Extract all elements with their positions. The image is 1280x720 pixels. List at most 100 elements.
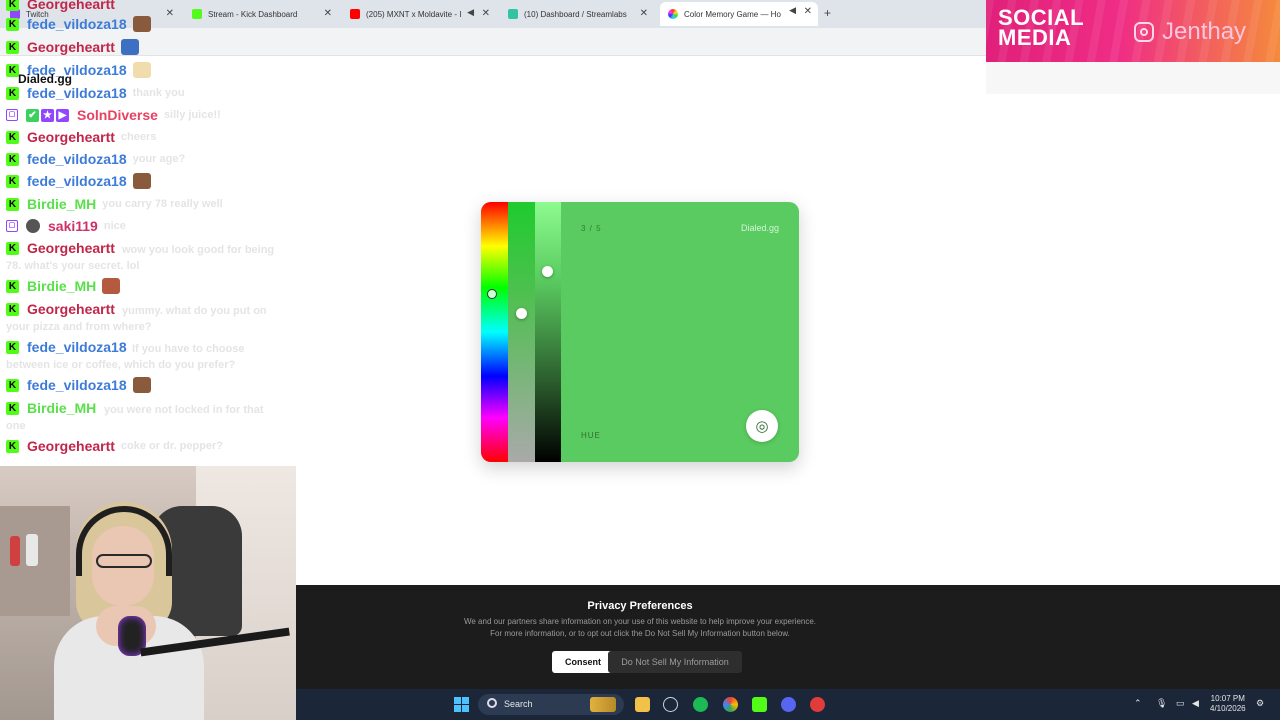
search-highlight-icon [590,697,616,712]
lightness-slider-handle[interactable] [542,266,553,277]
chat-username: saki119 [48,218,98,234]
tab-streamlabs[interactable]: (10) Dashboard / Streamlabs ✕ [502,4,654,24]
chat-text: If you have to choose between ice or cof… [6,343,245,371]
file-explorer-icon[interactable] [635,697,650,712]
hue-slider[interactable] [481,202,508,462]
taskbar: Search ⌃ 🎙︎ ▭ ◀︎ 10:07 PM 4/10/2026 ⚙︎ [296,689,1280,720]
kick-badge-icon: K [6,17,19,31]
kick-badge-icon: K [6,279,19,293]
chat-message: ▢ ✔ ★ ▶ SolnDiverse silly juice!! [6,107,221,123]
brand-watermark: Dialed.gg [740,223,779,233]
chat-message: ▢ saki119 nice [6,218,126,234]
steam-icon[interactable] [663,697,678,712]
chat-message: K fede_vildoza18 [6,16,151,32]
kick-badge-icon: K [6,130,19,144]
system-clock[interactable]: 10:07 PM 4/10/2026 [1210,694,1246,714]
color-game-card: 3 / 5 Dialed.gg HUE ◎ [481,202,799,462]
new-tab-button[interactable]: + [824,6,831,20]
banner-underlay [986,62,1280,94]
social-media-banner: SOCIAL MEDIA Jenthay [986,0,1280,62]
slider-label: HUE [581,431,601,440]
chat-message: K fede_vildoza18 your age? [6,151,185,167]
emote-icon [132,377,151,393]
tab-youtube[interactable]: (205) MXNT x Moldavite - I ◀︎ ✕ [344,4,496,24]
target-icon: ◎ [755,418,769,435]
chat-text: you were not locked in for that one [6,404,264,432]
submit-guess-button[interactable]: ◎ [746,410,778,442]
saturation-slider-handle[interactable] [516,308,527,319]
chat-text: thank you [132,87,185,99]
chat-message: K Georgeheartt cheers [6,129,156,145]
chat-username: Georgeheartt [27,39,115,55]
kick-badge-icon: K [6,378,19,392]
twitch-badge-icon: ▢ [6,220,18,232]
network-icon[interactable]: ▭ [1176,698,1185,709]
streamlabs-icon [508,9,518,19]
microphone-icon[interactable]: 🎙︎ [1156,698,1167,709]
chat-username: fede_vildoza18 [27,377,127,393]
speaker-icon[interactable]: ◀︎ [789,5,796,16]
chat-username: Georgeheartt [27,0,115,12]
lightness-slider[interactable] [535,202,561,462]
bottle [10,536,20,566]
chat-text: your age? [132,153,186,165]
kick-badge-icon: K [6,197,19,211]
chat-username: Georgeheartt [27,129,115,145]
consent-button[interactable]: Consent [552,651,614,673]
chrome-icon[interactable] [723,697,738,712]
kick-badge-icon: K [6,0,19,11]
spotify-icon[interactable] [693,697,708,712]
discord-icon[interactable] [781,697,796,712]
obs-icon[interactable] [810,697,825,712]
star-badge-icon: ★ [41,108,54,122]
tab-color-memory-game[interactable]: Color Memory Game — Ho ◀︎ ✕ [660,2,818,26]
social-handle: Jenthay [1162,18,1247,45]
close-icon[interactable]: ✕ [640,8,648,19]
emote-icon [132,173,151,189]
search-icon [487,698,497,708]
twitch-badge-icon: ▢ [6,109,18,121]
volume-icon[interactable]: ◀︎ [1192,698,1199,709]
chat-text: nice [103,220,126,232]
sub-badge-icon: ✔ [26,108,39,122]
saturation-slider[interactable] [508,202,535,462]
chat-message: K Georgeheartt [6,0,115,12]
dialed-overlay-text: Dialed.gg [18,72,73,86]
clock-date: 4/10/2026 [1210,704,1246,713]
emote-icon [120,39,139,55]
chat-text: cheers [120,131,157,143]
chat-text: you carry 78 really well [102,198,223,210]
chat-overlay: K Georgeheartt K fede_vildoza18 K George… [0,0,300,466]
chat-message: K fede_vildoza18 [6,173,151,189]
color-wheel-icon [668,9,678,19]
tab-label: Color Memory Game — Ho [684,9,781,19]
windows-start-icon[interactable] [454,697,469,712]
bottle [26,534,38,566]
chat-text: yummy. what do you put on your pizza and… [6,305,267,333]
chat-username: Georgeheartt [27,438,115,454]
chat-text: wow you look good for being 78. what's y… [6,244,275,272]
clock-time: 10:07 PM [1210,694,1245,703]
chat-username: fede_vildoza18 [27,151,127,167]
emote-icon [132,62,151,78]
screen: Twitch ✕ Stream - Kick Dashboard ✕ (205)… [0,0,1280,720]
instagram-icon [1134,22,1154,42]
do-not-sell-button[interactable]: Do Not Sell My Information [608,651,742,673]
chat-username: fede_vildoza18 [27,173,127,189]
privacy-banner: Privacy Preferences We and our partners … [296,585,1280,689]
chat-username: Birdie_MH [27,196,97,212]
banner-title-line2: MEDIA [998,25,1072,50]
chat-message: K Georgeheartt coke or dr. pepper? [6,438,223,454]
round-counter: 3 / 5 [581,224,602,233]
kick-app-icon[interactable] [752,697,767,712]
taskbar-search[interactable]: Search [478,694,624,715]
speaker-icon[interactable]: ◀︎ [467,7,474,18]
kick-badge-icon: K [6,439,19,453]
close-icon[interactable]: ✕ [804,6,812,17]
close-icon[interactable]: ✕ [324,8,332,19]
notification-icon[interactable]: ⚙︎ [1256,698,1264,709]
chevron-up-icon[interactable]: ⌃ [1134,698,1142,709]
close-icon[interactable]: ✕ [482,8,490,19]
chat-message: K fede_vildoza18 [6,377,151,393]
chat-message: K Birdie_MH you carry 78 really well [6,196,223,212]
